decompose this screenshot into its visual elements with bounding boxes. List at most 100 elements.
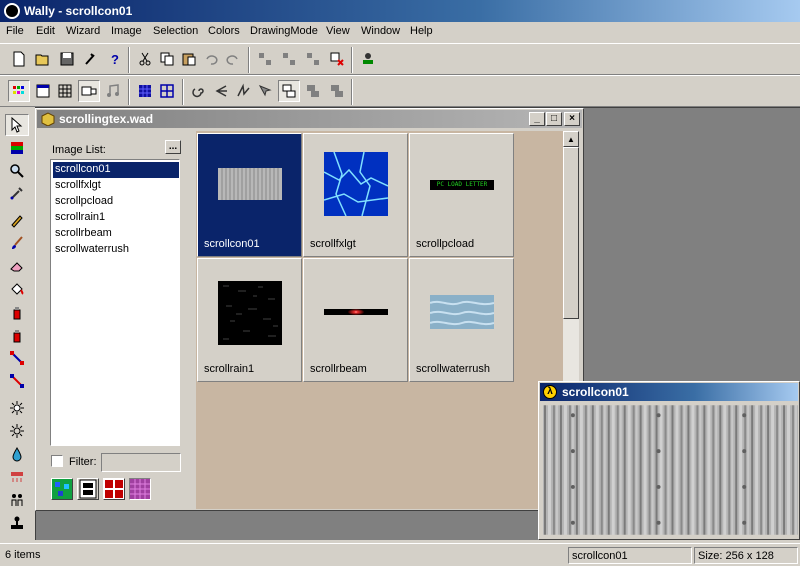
- rain-icon[interactable]: [5, 466, 29, 488]
- magnifier-icon[interactable]: [5, 160, 29, 182]
- thumbnail-scrollcon01[interactable]: scrollcon01: [197, 133, 302, 257]
- list-item[interactable]: scrollrain1: [53, 210, 179, 226]
- wizard-icon[interactable]: [80, 48, 102, 70]
- menu-colors[interactable]: Colors: [208, 25, 240, 37]
- brush-icon[interactable]: [5, 232, 29, 254]
- menu-bar: File Edit Wizard Image Selection Colors …: [0, 22, 800, 42]
- save-icon[interactable]: [56, 48, 78, 70]
- preview-title: scrollcon01: [562, 385, 629, 399]
- tool-a-icon[interactable]: [254, 48, 276, 70]
- wad-minimize-button[interactable]: _: [529, 112, 545, 126]
- wad-maximize-button[interactable]: □: [546, 112, 562, 126]
- pencil-icon[interactable]: [5, 209, 29, 231]
- people-icon[interactable]: [5, 489, 29, 511]
- thumbnail-scrollpcload[interactable]: PC LOAD LETTER scrollpcload: [409, 133, 514, 257]
- list-item[interactable]: scrollpcload: [53, 194, 179, 210]
- spray-icon[interactable]: [5, 301, 29, 323]
- filter-checkbox[interactable]: [51, 455, 63, 467]
- sun-icon[interactable]: [5, 397, 29, 419]
- list-item[interactable]: scrollfxlgt: [53, 178, 179, 194]
- grid-icon[interactable]: [54, 80, 76, 102]
- grid-blue-icon[interactable]: [134, 80, 156, 102]
- menu-help[interactable]: Help: [410, 25, 433, 37]
- menu-edit[interactable]: Edit: [36, 25, 55, 37]
- zigzag-icon[interactable]: [232, 80, 254, 102]
- svg-text:?: ?: [111, 52, 119, 67]
- tool-b-icon[interactable]: [278, 48, 300, 70]
- menu-wizard[interactable]: Wizard: [66, 25, 100, 37]
- new-icon[interactable]: [8, 48, 30, 70]
- eraser-icon[interactable]: [5, 255, 29, 277]
- line-red-icon[interactable]: [5, 347, 29, 369]
- cursor-icon[interactable]: [254, 80, 276, 102]
- list-item[interactable]: scrollrbeam: [53, 226, 179, 242]
- wad-window: scrollingtex.wad _ □ × Image List: ... s…: [35, 108, 584, 511]
- paste-icon[interactable]: [178, 48, 200, 70]
- spiral-icon[interactable]: [188, 80, 210, 102]
- image-list[interactable]: scrollcon01 scrollfxlgt scrollpcload scr…: [50, 159, 180, 446]
- layout-a-icon[interactable]: [278, 80, 300, 102]
- tile-icon[interactable]: [78, 80, 100, 102]
- help-icon[interactable]: ?: [104, 48, 126, 70]
- thumbnail-image: [218, 168, 282, 200]
- scroll-up-icon[interactable]: ▲: [563, 131, 579, 147]
- copy-icon[interactable]: [156, 48, 178, 70]
- thumbnail-image: [430, 295, 494, 329]
- film-view-button[interactable]: [77, 478, 99, 500]
- tile-red-view-button[interactable]: [103, 478, 125, 500]
- pointer-icon[interactable]: [5, 114, 29, 136]
- grid-outline-icon[interactable]: [156, 80, 178, 102]
- thumbnail-label: scrollpcload: [416, 238, 475, 250]
- preview-app-icon: λ: [543, 385, 557, 399]
- arrow-left-icon[interactable]: [210, 80, 232, 102]
- menu-image[interactable]: Image: [111, 25, 142, 37]
- undo-icon[interactable]: [200, 48, 222, 70]
- layout-c-icon[interactable]: [326, 80, 348, 102]
- music-icon[interactable]: [102, 80, 124, 102]
- image-list-more-button[interactable]: ...: [165, 140, 181, 154]
- stamp-tool-icon[interactable]: [5, 512, 29, 534]
- list-item[interactable]: scrollwaterrush: [53, 242, 179, 258]
- mosaic-view-button[interactable]: [51, 478, 73, 500]
- tool-c-icon[interactable]: [302, 48, 324, 70]
- main-toolbar: ?: [0, 43, 800, 75]
- eyedropper-icon[interactable]: [5, 182, 29, 204]
- palette-icon[interactable]: [8, 80, 30, 102]
- wad-close-button[interactable]: ×: [564, 112, 580, 126]
- preview-title-bar[interactable]: λ scrollcon01: [540, 383, 798, 401]
- cut-icon[interactable]: [134, 48, 156, 70]
- preview-canvas[interactable]: [543, 405, 798, 535]
- stamp-icon[interactable]: [357, 48, 379, 70]
- list-item[interactable]: scrollcon01: [53, 162, 179, 178]
- menu-window[interactable]: Window: [361, 25, 400, 37]
- thumbnail-scrollrbeam[interactable]: scrollrbeam: [303, 258, 408, 382]
- flag-icon[interactable]: [5, 137, 29, 159]
- layout-b-icon[interactable]: [302, 80, 324, 102]
- menu-file[interactable]: File: [6, 25, 24, 37]
- thumbnail-scrollfxlgt[interactable]: scrollfxlgt: [303, 133, 408, 257]
- thumbnail-image: [324, 152, 388, 216]
- thumbnail-label: scrollrain1: [204, 363, 255, 375]
- drop-icon[interactable]: [5, 443, 29, 465]
- thumbnail-scrollrain1[interactable]: scrollrain1: [197, 258, 302, 382]
- thumbnail-view-button[interactable]: [129, 478, 151, 500]
- thumbnail-scrollwaterrush[interactable]: scrollwaterrush: [409, 258, 514, 382]
- line-blue-icon[interactable]: [5, 370, 29, 392]
- menu-drawingmode[interactable]: DrawingMode: [250, 25, 318, 37]
- thumbnail-label: scrollfxlgt: [310, 238, 356, 250]
- delete-icon[interactable]: [326, 48, 348, 70]
- menu-view[interactable]: View: [326, 25, 350, 37]
- image-list-label: Image List:: [52, 144, 106, 156]
- open-icon[interactable]: [32, 48, 54, 70]
- tile-red-icon: [104, 479, 124, 499]
- redo-icon[interactable]: [222, 48, 244, 70]
- filter-input[interactable]: [101, 453, 181, 472]
- wad-title-bar[interactable]: scrollingtex.wad _ □ ×: [37, 110, 582, 128]
- window-icon[interactable]: [32, 80, 54, 102]
- spray-red-icon[interactable]: [5, 324, 29, 346]
- sun-outline-icon[interactable]: [5, 420, 29, 442]
- scroll-thumb[interactable]: [563, 147, 579, 319]
- menu-selection[interactable]: Selection: [153, 25, 198, 37]
- fill-icon[interactable]: [5, 278, 29, 300]
- app-icon: [4, 3, 20, 19]
